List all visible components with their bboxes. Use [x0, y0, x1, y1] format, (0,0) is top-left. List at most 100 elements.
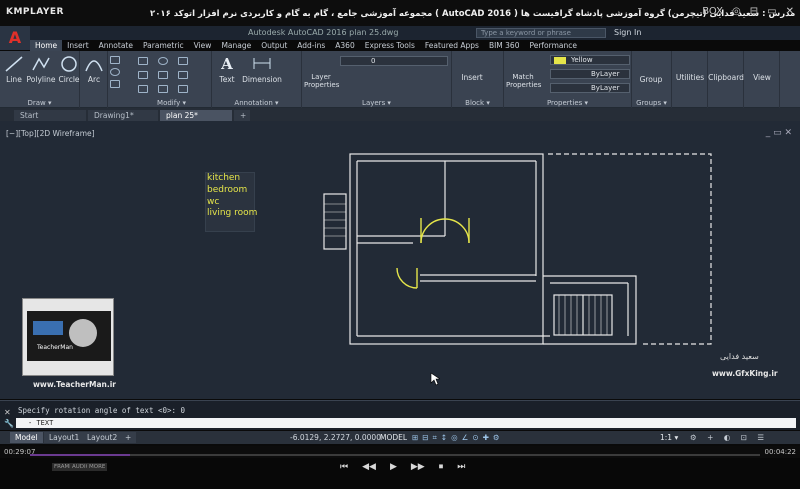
annotation-panel-label[interactable]: Annotation ▾	[212, 99, 301, 107]
command-input[interactable]: - TEXT	[16, 418, 796, 428]
utilities-tool[interactable]: Utilities	[672, 73, 708, 82]
annotation-scale[interactable]: 1:1 ▾	[660, 433, 678, 442]
teacher-site-watermark: www.TeacherMan.ir	[33, 380, 116, 389]
mirror-icon[interactable]	[158, 71, 168, 79]
doc-tab-start[interactable]: Start	[14, 110, 86, 121]
polyline-icon	[32, 57, 50, 71]
linetype-dropdown[interactable]: ByLayer	[550, 69, 630, 79]
text-tool[interactable]: A Text	[216, 55, 238, 84]
previous-icon[interactable]: ⏮	[340, 462, 348, 472]
transport-buttons: ⏮ ◀◀ ▶ ▶▶ ⏹ ⏭	[340, 462, 465, 472]
copy-icon[interactable]	[138, 71, 148, 79]
stop-icon[interactable]: ⏹	[439, 462, 444, 472]
lineweight-dropdown[interactable]: ByLayer	[550, 83, 630, 93]
box-button[interactable]: BOX	[702, 6, 723, 17]
fast-forward-icon[interactable]: ▶▶	[411, 462, 425, 472]
tab-annotate[interactable]: Annotate	[94, 40, 138, 51]
tab-performance[interactable]: Performance	[524, 40, 582, 51]
command-settings-icon[interactable]: 🔧	[4, 419, 14, 428]
layers-panel-label[interactable]: Layers ▾	[302, 99, 451, 107]
doc-tab-drawing1[interactable]: Drawing1*	[88, 110, 158, 121]
tab-output[interactable]: Output	[256, 40, 292, 51]
tab-parametric[interactable]: Parametric	[138, 40, 189, 51]
dimension-label: Dimension	[242, 75, 282, 84]
arc-tool[interactable]: Arc	[84, 55, 104, 84]
command-close-icon[interactable]: ✕	[4, 408, 11, 417]
status-tools-icon[interactable]: ⚙ + ◐ ⊡ ☰	[690, 433, 768, 442]
match-properties-tool[interactable]: Match Properties	[506, 73, 541, 89]
tab-home[interactable]: Home	[30, 40, 63, 51]
tab-a360[interactable]: A360	[330, 40, 359, 51]
search-input[interactable]: Type a keyword or phrase	[476, 28, 606, 38]
clipboard-panel: Clipboard	[708, 51, 744, 108]
more-chip[interactable]: MORE	[87, 463, 108, 471]
close-icon[interactable]: ✕	[786, 6, 794, 17]
rewind-icon[interactable]: ◀◀	[362, 462, 376, 472]
sign-in-link[interactable]: Sign In	[614, 28, 641, 37]
clipboard-tool[interactable]: Clipboard	[708, 73, 744, 82]
doc-tab-plan-25[interactable]: plan 25*	[160, 110, 232, 121]
tab-express-tools[interactable]: Express Tools	[360, 40, 420, 51]
group-label: Group	[639, 75, 663, 84]
play-icon[interactable]: ▶	[390, 462, 397, 472]
kmplayer-logo: KMPLAYER	[6, 7, 64, 17]
circle-tool[interactable]: Circle	[58, 55, 80, 84]
cursor-coordinates: -6.0129, 2.2727, 0.0000	[290, 433, 381, 442]
seek-track[interactable]	[30, 454, 760, 456]
next-icon[interactable]: ⏭	[457, 462, 465, 472]
line-label: Line	[6, 75, 22, 84]
teacher-caption: TeacherMan	[36, 344, 73, 351]
polyline-tool[interactable]: Polyline	[26, 55, 56, 84]
tab-bim-360[interactable]: BIM 360	[484, 40, 525, 51]
rectangle-icon[interactable]	[110, 56, 120, 64]
layer-dropdown[interactable]: 0	[340, 56, 448, 66]
stretch-icon[interactable]	[138, 85, 148, 93]
groups-panel: Group Groups ▾	[632, 51, 672, 108]
view-label: View	[753, 73, 771, 82]
array-icon[interactable]	[178, 85, 188, 93]
move-icon[interactable]	[138, 57, 148, 65]
minimize-icon[interactable]: ⊟	[750, 6, 758, 17]
hatch-icon[interactable]	[110, 80, 120, 88]
color-dropdown[interactable]: Yellow	[550, 55, 630, 65]
legend-wc: wc	[207, 197, 220, 207]
add-layout-button[interactable]: +	[120, 432, 137, 443]
seek-progress	[30, 454, 130, 456]
scale-icon[interactable]	[158, 85, 168, 93]
tab-featured-apps[interactable]: Featured Apps	[420, 40, 484, 51]
circle-icon	[61, 56, 77, 72]
insert-tool[interactable]: Insert	[458, 73, 486, 82]
autocad-app-menu-icon[interactable]: A	[0, 26, 30, 50]
rotate-icon[interactable]	[158, 57, 168, 65]
player-window-controls: BOX ◎ ⊟ ▭ ✕	[702, 6, 794, 17]
total-time: 00:04:22	[764, 448, 796, 456]
drafting-toggles-icon[interactable]: ⊞⊟⌗↕◎∠⊙✚⚙	[412, 433, 504, 443]
target-icon[interactable]: ◎	[732, 6, 741, 17]
tab-insert[interactable]: Insert	[62, 40, 94, 51]
view-tool[interactable]: View	[744, 73, 780, 82]
circle-label: Circle	[58, 75, 80, 84]
properties-panel-label[interactable]: Properties ▾	[504, 99, 631, 107]
block-panel-label[interactable]: Block ▾	[452, 99, 503, 107]
groups-panel-label[interactable]: Groups ▾	[632, 99, 671, 107]
layer-properties-tool[interactable]: Layer Properties	[304, 73, 339, 89]
ellipse-icon[interactable]	[110, 68, 120, 76]
layout-tab-layout2[interactable]: Layout2	[82, 432, 123, 443]
tab-add-ins[interactable]: Add-ins	[292, 40, 330, 51]
line-tool[interactable]: Line	[4, 55, 24, 84]
maximize-icon[interactable]: ▭	[767, 6, 776, 17]
author-name-watermark: سعید فدایی	[720, 352, 759, 361]
fillet-icon[interactable]	[178, 71, 188, 79]
layout-tab-model[interactable]: Model	[10, 432, 43, 443]
trim-icon[interactable]	[178, 57, 188, 65]
dimension-tool[interactable]: Dimension	[240, 55, 284, 84]
new-tab-button[interactable]: +	[234, 110, 250, 121]
tab-manage[interactable]: Manage	[216, 40, 256, 51]
draw-panel: Line Polyline Circle Draw ▾	[0, 51, 80, 108]
draw-panel-label[interactable]: Draw ▾	[0, 99, 79, 107]
layout-tab-layout1[interactable]: Layout1	[44, 432, 85, 443]
tab-view[interactable]: View	[189, 40, 217, 51]
modify-panel-label[interactable]: Modify ▾	[132, 99, 211, 107]
model-space-button[interactable]: MODEL	[380, 433, 407, 442]
group-tool[interactable]: Group	[636, 75, 666, 84]
